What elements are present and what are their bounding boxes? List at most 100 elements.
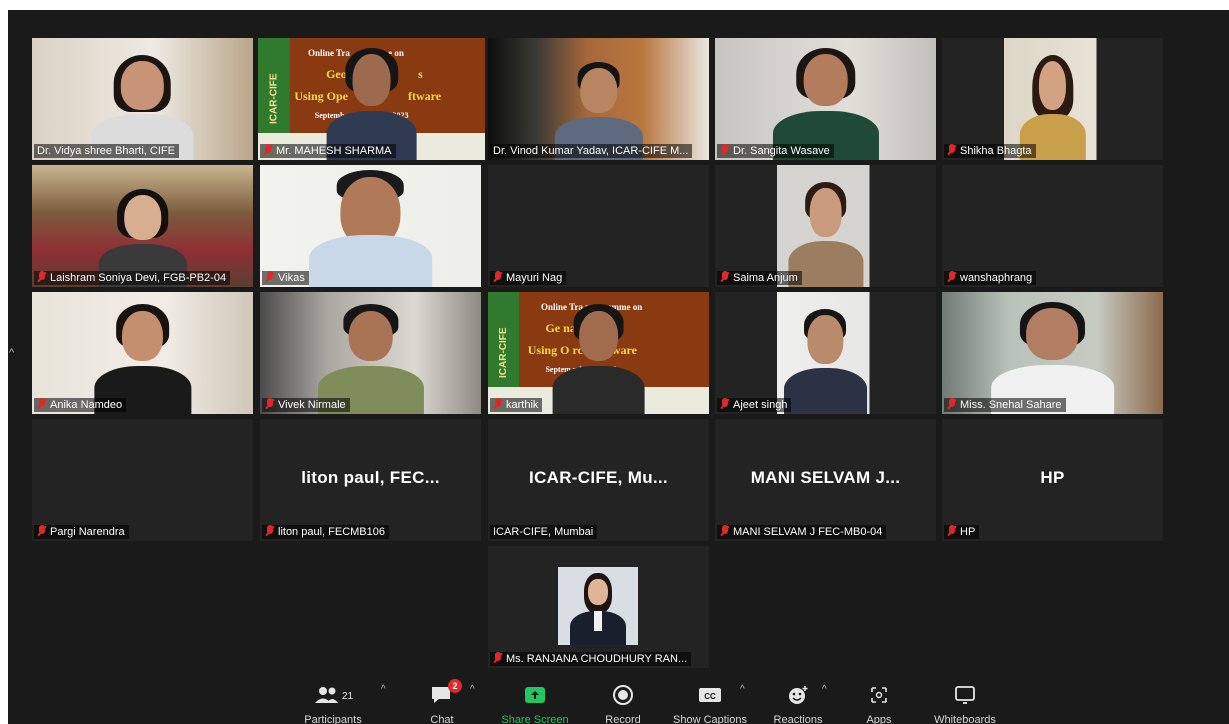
mic-muted-icon	[493, 398, 502, 409]
participant-name-label: liton paul, FECMB106	[262, 525, 389, 539]
share-screen-label: Share Screen	[501, 714, 569, 724]
mic-muted-icon	[37, 525, 46, 536]
video-tile-vikas[interactable]: Vikas	[260, 165, 481, 287]
svg-text:CC: CC	[704, 692, 716, 701]
video-tile-saima[interactable]: Saima Anjum	[715, 165, 936, 287]
video-feed	[32, 38, 253, 160]
video-tile-ajeet[interactable]: Ajeet singh	[715, 292, 936, 414]
participant-name-label: HP	[944, 525, 980, 539]
video-tile-anika[interactable]: Anika Namdeo	[32, 292, 253, 414]
participant-name-label: Vikas	[262, 271, 309, 285]
meeting-toolbar: 21 Participants ^ 2 Chat ^ Share Screen …	[8, 679, 1229, 724]
participant-display-name: MANI SELVAM J...	[750, 468, 901, 487]
mic-muted-icon	[720, 398, 729, 409]
apps-button[interactable]: Apps	[834, 684, 924, 724]
mic-muted-icon	[720, 144, 729, 155]
video-tile-hp[interactable]: HP HP	[942, 419, 1163, 541]
video-tile-icar-cife[interactable]: ICAR-CIFE, Mu... ICAR-CIFE, Mumbai	[488, 419, 709, 541]
chat-icon: 2	[430, 679, 462, 706]
meeting-window: ^ Dr. Vidya shree Bharti, CIFE ICAR-CIFE…	[8, 10, 1229, 724]
participants-label: Participants	[304, 714, 362, 724]
mic-muted-icon	[947, 144, 956, 155]
participant-name-label: Mr. MAHESH SHARMA	[260, 144, 396, 158]
mic-muted-icon	[265, 398, 274, 409]
video-tile-mani[interactable]: MANI SELVAM J... MANI SELVAM J FEC-MB0-0…	[715, 419, 936, 541]
video-tile-karthik[interactable]: ICAR-CIFE Online Tra programme on Ge nal…	[488, 292, 709, 414]
caret-up-icon[interactable]: ^	[822, 684, 827, 695]
reactions-button[interactable]: Reactions	[753, 684, 843, 724]
video-tile-snehal[interactable]: Miss. Snehal Sahare	[942, 292, 1163, 414]
caret-up-icon[interactable]: ^	[9, 347, 14, 359]
video-tile-vidya[interactable]: Dr. Vidya shree Bharti, CIFE	[32, 38, 253, 160]
mic-muted-icon	[947, 525, 956, 536]
video-feed	[260, 292, 481, 414]
video-feed	[32, 165, 253, 287]
mic-muted-icon	[493, 271, 502, 282]
video-feed	[260, 165, 481, 287]
participant-name-label: Dr. Vinod Kumar Yadav, ICAR-CIFE M...	[490, 144, 693, 158]
svg-text:21: 21	[342, 691, 353, 702]
video-feed	[488, 38, 709, 160]
video-feed	[715, 165, 936, 287]
video-feed	[942, 292, 1163, 414]
caret-up-icon[interactable]: ^	[381, 684, 386, 695]
participant-name-label: ICAR-CIFE, Mumbai	[490, 525, 598, 539]
video-feed	[32, 292, 253, 414]
participant-name-label: Ajeet singh	[717, 398, 792, 412]
participant-name-label: Saima Anjum	[717, 271, 802, 285]
video-tile-vivek[interactable]: Vivek Nirmale	[260, 292, 481, 414]
reactions-label: Reactions	[773, 714, 823, 724]
participant-name-label: Dr. Sangita Wasave	[717, 144, 834, 158]
mic-muted-icon	[720, 525, 729, 536]
participant-name-label: wanshaphrang	[944, 271, 1037, 285]
participant-name-label: MANI SELVAM J FEC-MB0-04	[717, 525, 887, 539]
record-button[interactable]: Record	[578, 684, 668, 724]
whiteboards-label: Whiteboards	[934, 714, 996, 724]
participant-name-label: Dr. Vidya shree Bharti, CIFE	[34, 144, 179, 158]
whiteboards-button[interactable]: Whiteboards	[920, 684, 1010, 724]
video-tile-wanshaphrang[interactable]: wanshaphrang	[942, 165, 1163, 287]
video-tile-shikha[interactable]: Shikha Bhagta	[942, 38, 1163, 160]
participant-display-name: ICAR-CIFE, Mu...	[529, 468, 668, 487]
video-tile-mahesh[interactable]: ICAR-CIFE Online Tra e on Geosp s Using …	[258, 38, 485, 160]
participant-name-label: Pargi Narendra	[34, 525, 129, 539]
video-tile-ranjana[interactable]: Ms. RANJANA CHOUDHURY RAN...	[488, 546, 709, 668]
record-label: Record	[605, 714, 641, 724]
participant-name-label: Ms. RANJANA CHOUDHURY RAN...	[490, 652, 692, 666]
share-screen-icon	[490, 684, 580, 706]
profile-photo	[558, 567, 638, 645]
video-feed	[715, 38, 936, 160]
chat-label: Chat	[430, 714, 454, 724]
show-captions-label: Show Captions	[673, 714, 747, 724]
share-screen-button[interactable]: Share Screen	[490, 684, 580, 724]
mic-muted-icon	[493, 652, 502, 663]
participant-name-label: Shikha Bhagta	[944, 144, 1036, 158]
video-tile-laishram[interactable]: Laishram Soniya Devi, FGB-PB2-04	[32, 165, 253, 287]
participants-icon: 21	[288, 684, 378, 706]
mic-muted-icon	[37, 398, 46, 409]
participants-button[interactable]: 21 Participants	[288, 684, 378, 724]
chat-badge: 2	[448, 679, 462, 693]
video-feed	[715, 292, 936, 414]
video-tile-vinod[interactable]: Dr. Vinod Kumar Yadav, ICAR-CIFE M...	[488, 38, 709, 160]
participant-name-label: Miss. Snehal Sahare	[944, 398, 1066, 412]
video-tile-sangita[interactable]: Dr. Sangita Wasave	[715, 38, 936, 160]
participant-display-name: HP	[1040, 468, 1065, 487]
video-tile-liton[interactable]: liton paul, FEC... liton paul, FECMB106	[260, 419, 481, 541]
video-tile-pargi[interactable]: Pargi Narendra	[32, 419, 253, 541]
participant-name-label: Mayuri Nag	[490, 271, 567, 285]
caret-up-icon[interactable]: ^	[740, 684, 745, 695]
participant-video	[783, 309, 868, 414]
apps-label: Apps	[866, 714, 892, 724]
video-tile-mayuri[interactable]: Mayuri Nag	[488, 165, 709, 287]
participant-display-name: liton paul, FEC...	[301, 468, 440, 487]
mic-muted-icon	[265, 525, 274, 536]
participant-name-label: Anika Namdeo	[34, 398, 127, 412]
mic-muted-icon	[263, 144, 272, 155]
mic-muted-icon	[947, 398, 956, 409]
caret-up-icon[interactable]: ^	[470, 684, 475, 695]
participant-name-label: Vivek Nirmale	[262, 398, 350, 412]
video-feed	[942, 38, 1163, 160]
mic-muted-icon	[37, 271, 46, 282]
mic-muted-icon	[947, 271, 956, 282]
